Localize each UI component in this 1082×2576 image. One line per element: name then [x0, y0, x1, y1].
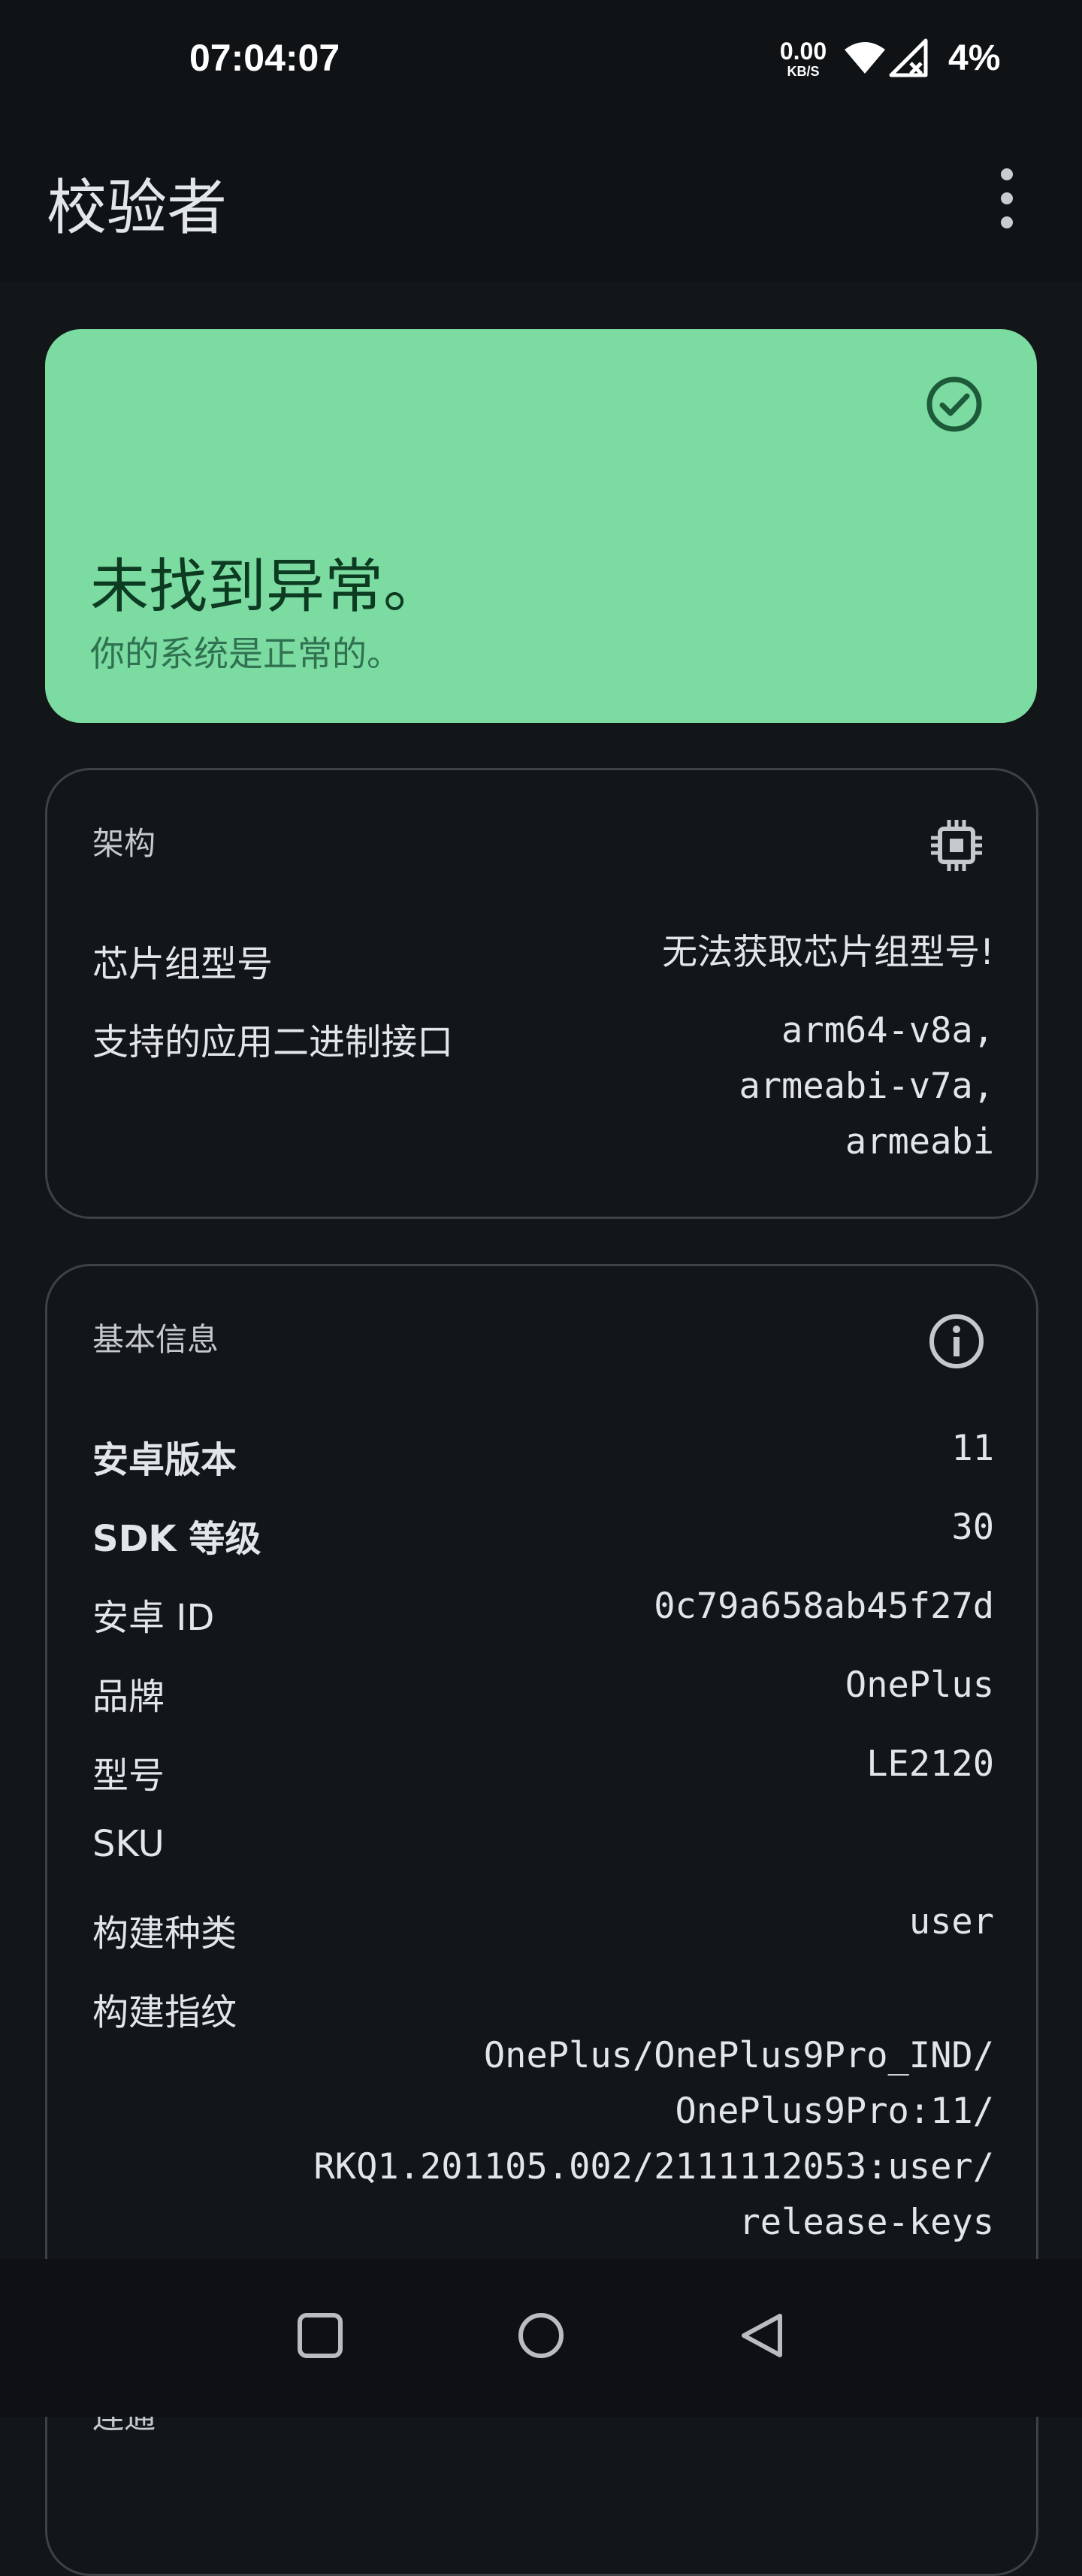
build-type-value: user	[908, 1901, 994, 1943]
circle-icon[interactable]	[517, 2311, 565, 2360]
dot-icon	[1001, 168, 1013, 180]
square-icon[interactable]	[296, 2311, 344, 2360]
dot-icon	[1001, 192, 1013, 204]
app-title: 校验者	[47, 173, 227, 243]
check-circle-icon	[926, 376, 982, 432]
android-id-value: 0c79a658ab45f27d	[654, 1586, 994, 1627]
more-options-button[interactable]	[977, 161, 1037, 236]
clock: 07:04:07	[189, 37, 340, 79]
android-version-label: 安卓版本	[92, 1439, 237, 1481]
brand-value: OnePlus	[845, 1664, 994, 1706]
sdk-level-label: SDK 等级	[92, 1518, 261, 1560]
android-id-label: 安卓 ID	[92, 1597, 215, 1639]
status-subtitle: 你的系统是正常的。	[90, 633, 401, 674]
dot-icon	[1001, 216, 1013, 228]
chip-icon	[931, 820, 982, 871]
brand-label: 品牌	[92, 1676, 165, 1718]
status-bar: 07:04:07 0.00 KB/S 4%	[0, 0, 1082, 123]
model-label: 型号	[92, 1755, 165, 1797]
triangle-back-icon[interactable]	[738, 2311, 786, 2360]
architecture-card: 架构 芯片组型号 无法获取芯片组型号! 支持的应用二进制接口 arm64-v8a…	[45, 768, 1038, 1219]
build-type-label: 构建种类	[92, 1912, 237, 1955]
network-speed-value: 0.00	[779, 38, 827, 65]
info-icon	[929, 1314, 984, 1368]
model-value: LE2120	[866, 1743, 994, 1785]
supported-abis-label: 支持的应用二进制接口	[92, 1021, 454, 1063]
supported-abis-value: arm64-v8a, armeabi-v7a, armeabi	[739, 1010, 994, 1163]
navigation-bar	[0, 2259, 1082, 2417]
chipset-model-value: 无法获取芯片组型号!	[662, 932, 994, 973]
android-version-value: 11	[951, 1428, 994, 1469]
sdk-level-value: 30	[951, 1507, 994, 1548]
wifi-icon	[845, 42, 885, 74]
build-fingerprint-value: OnePlus/OnePlus9Pro_IND/ OnePlus9Pro:11/…	[313, 2035, 994, 2243]
battery-level: 4%	[948, 38, 1001, 78]
chipset-model-label: 芯片组型号	[92, 943, 274, 985]
status-card: 未找到异常。 你的系统是正常的。	[45, 329, 1037, 723]
status-title: 未找到异常。	[90, 553, 443, 621]
card-title: 基本信息	[92, 1321, 219, 1358]
network-speed: 0.00 KB/S	[778, 39, 828, 78]
app-bar: 校验者	[0, 123, 1082, 283]
network-speed-unit: KB/S	[787, 64, 820, 79]
cell-signal-icon	[889, 38, 928, 77]
card-title: 架构	[92, 825, 156, 862]
sku-label: SKU	[92, 1823, 165, 1865]
basic-info-card: 基本信息 安卓版本 11 SDK 等级 30 安卓 ID 0c79a658ab4…	[45, 1264, 1038, 2301]
build-fingerprint-label: 构建指纹	[92, 1991, 237, 2033]
